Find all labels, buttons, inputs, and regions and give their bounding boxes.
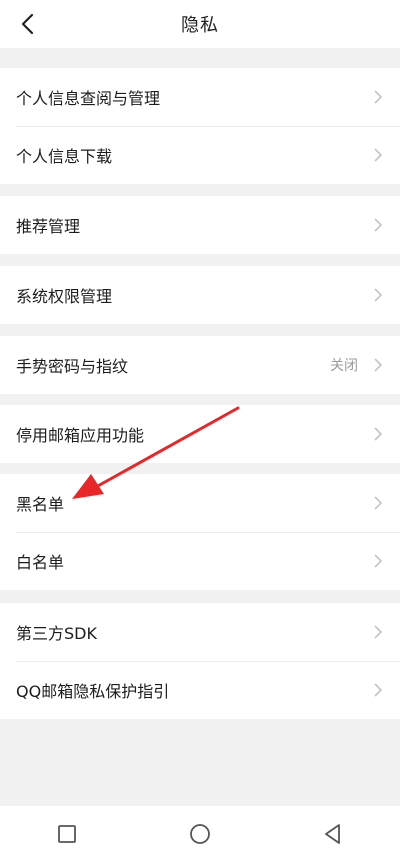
row-label: 停用邮箱应用功能 xyxy=(16,426,145,445)
row-label: 手势密码与指纹 xyxy=(16,357,129,376)
system-nav-bar xyxy=(0,806,400,862)
settings-row-third-party-sdk[interactable]: 第三方SDK xyxy=(0,603,400,661)
row-label: 推荐管理 xyxy=(16,217,81,236)
row-label: QQ邮箱隐私保护指引 xyxy=(16,682,170,701)
row-value: 关闭 xyxy=(330,358,358,374)
settings-group-sdk: 第三方SDK QQ邮箱隐私保护指引 xyxy=(0,603,400,719)
settings-row-blacklist[interactable]: 黑名单 xyxy=(0,474,400,532)
settings-row-disable-mail-app[interactable]: 停用邮箱应用功能 xyxy=(0,405,400,463)
row-label: 个人信息查阅与管理 xyxy=(16,89,161,108)
settings-row-gesture-fingerprint[interactable]: 手势密码与指纹 关闭 xyxy=(0,336,400,394)
chevron-left-icon xyxy=(21,13,34,35)
chevron-right-icon xyxy=(372,89,384,105)
recent-apps-button[interactable] xyxy=(47,814,87,854)
settings-row-personal-info-download[interactable]: 个人信息下载 xyxy=(0,126,400,184)
circle-icon xyxy=(190,824,210,844)
row-label: 系统权限管理 xyxy=(16,287,113,306)
chevron-right-icon xyxy=(372,495,384,511)
settings-row-privacy-guide[interactable]: QQ邮箱隐私保护指引 xyxy=(0,661,400,719)
back-button[interactable] xyxy=(14,10,40,38)
triangle-back-icon xyxy=(325,824,341,844)
settings-row-system-permissions[interactable]: 系统权限管理 xyxy=(0,266,400,324)
square-icon xyxy=(57,825,76,843)
settings-group-lists: 黑名单 白名单 xyxy=(0,474,400,590)
chevron-right-icon xyxy=(372,624,384,640)
chevron-right-icon xyxy=(372,426,384,442)
settings-group-recommendation: 推荐管理 xyxy=(0,196,400,254)
chevron-right-icon xyxy=(372,682,384,698)
settings-group-permissions: 系统权限管理 xyxy=(0,266,400,324)
chevron-right-icon xyxy=(372,217,384,233)
top-bar: 隐私 xyxy=(0,0,400,48)
settings-group-gesture: 手势密码与指纹 关闭 xyxy=(0,336,400,394)
chevron-right-icon xyxy=(372,553,384,569)
page-title: 隐私 xyxy=(181,15,219,36)
settings-group-disable-mail: 停用邮箱应用功能 xyxy=(0,405,400,463)
home-button[interactable] xyxy=(180,814,220,854)
chevron-right-icon xyxy=(372,357,384,373)
settings-row-whitelist[interactable]: 白名单 xyxy=(0,532,400,590)
chevron-right-icon xyxy=(372,147,384,163)
back-nav-button[interactable] xyxy=(313,814,353,854)
chevron-right-icon xyxy=(372,287,384,303)
row-label: 第三方SDK xyxy=(16,624,97,643)
settings-row-personal-info-manage[interactable]: 个人信息查阅与管理 xyxy=(0,68,400,126)
row-label: 个人信息下载 xyxy=(16,147,113,166)
settings-row-recommendation[interactable]: 推荐管理 xyxy=(0,196,400,254)
row-label: 黑名单 xyxy=(16,495,65,514)
row-label: 白名单 xyxy=(16,553,65,572)
settings-group-personal-info: 个人信息查阅与管理 个人信息下载 xyxy=(0,68,400,184)
